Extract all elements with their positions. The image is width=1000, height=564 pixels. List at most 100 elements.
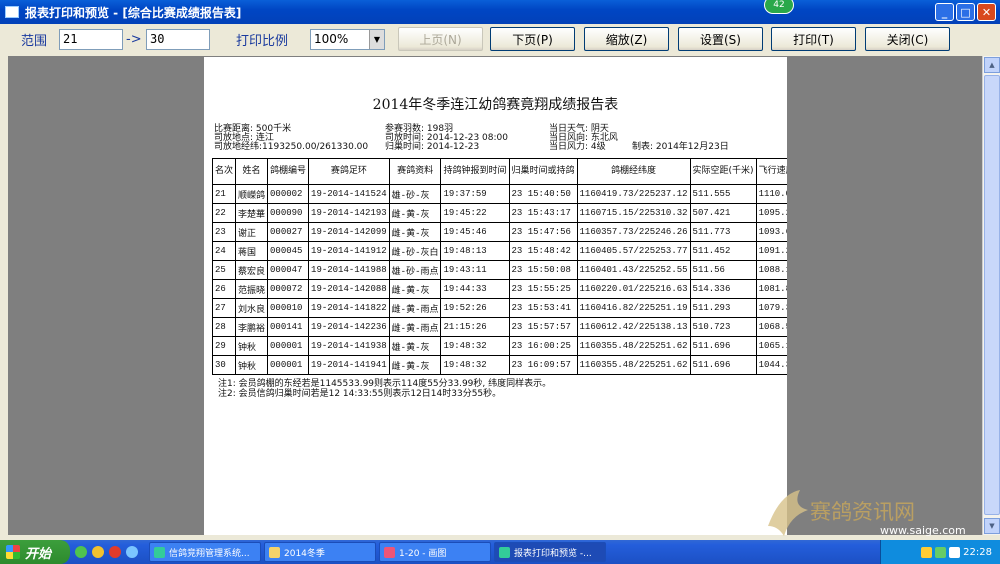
table-cell: 23 15:50:08 <box>508 260 578 280</box>
column-header: 飞行速度(米/分) <box>755 158 787 185</box>
table-cell: 19-2014-141524 <box>308 184 390 204</box>
prev-page-button[interactable]: 上页(N) <box>398 27 483 51</box>
close-button[interactable]: 关闭(C) <box>865 27 950 51</box>
clock[interactable]: 22:28 <box>963 547 992 558</box>
report-title: 2014年冬季连江幼鸽赛竟翔成绩报告表 <box>372 97 619 113</box>
title-bar: 报表打印和预览 - [综合比赛成绩报告表] 42 _ □ ✕ <box>0 0 1000 24</box>
info-release-coords: 司放地经纬:1193250.00/261330.00 <box>214 142 369 152</box>
minimize-button[interactable]: _ <box>935 3 954 21</box>
watermark-logo: 赛鸽资讯网 www.saige.com <box>760 486 966 546</box>
table-header-row: 名次 姓名 鸽棚编号 赛鸽足环 赛鸽资料 持鸽钟报到时间 归巢时间或持鸽 鸽棚经纬度 实际空距(… <box>211 158 787 185</box>
scroll-down-icon[interactable]: ▼ <box>984 518 1000 534</box>
table-cell: 511.452 <box>689 241 757 261</box>
table-cell: 23 15:53:41 <box>508 298 578 318</box>
table-cell: 1088.1176 <box>755 260 787 280</box>
task-report-preview[interactable]: 报表打印和预览 -... <box>494 542 606 562</box>
table-cell: 510.723 <box>689 317 757 337</box>
table-cell: 1068.5699 <box>755 317 787 337</box>
table-cell: 19:45:46 <box>440 222 510 242</box>
task-paint[interactable]: 1-20 - 画图 <box>379 542 491 562</box>
table-cell: 雌-黄-灰 <box>388 222 442 242</box>
table-row: 22 李楚華 000090 19-2014-142193 雌-黄-灰 19:45:22 23… <box>211 203 787 223</box>
table-cell: 19-2014-142193 <box>308 203 390 223</box>
column-header: 归巢时间或持鸽 <box>508 158 578 185</box>
table-cell: 蔡宏良 <box>235 260 269 280</box>
table-cell: 21:15:26 <box>440 317 510 337</box>
table-row: 27 刘水良 000010 19-2014-141822 雌-黄-雨点 19:52:26 2… <box>211 298 787 318</box>
tray-security-icon[interactable] <box>921 546 933 558</box>
scroll-thumb[interactable] <box>984 75 1000 515</box>
range-from-input[interactable] <box>59 28 123 50</box>
tray-volume-icon[interactable] <box>949 546 961 558</box>
column-header: 鸽棚经纬度 <box>576 158 691 185</box>
table-cell: 000141 <box>267 317 310 337</box>
table-cell: 雌-砂-灰白 <box>388 241 442 261</box>
table-cell: 顺嶸鸽 <box>235 184 269 204</box>
table-cell: 511.293 <box>689 298 757 318</box>
quicklaunch-folder-icon[interactable] <box>92 546 104 558</box>
table-row: 23 谢正 000027 19-2014-142099 雌-黄-灰 19:45:46 23 … <box>211 222 787 242</box>
maximize-button[interactable]: □ <box>956 3 975 21</box>
report-notes: 注1: 会员鸽棚的东经若是1145533.99则表示114度55分33.99秒,… <box>218 379 551 399</box>
table-cell: 1160416.82/225251.19 <box>576 298 691 318</box>
table-cell: 19-2014-141941 <box>308 355 390 375</box>
column-header: 赛鸽足环 <box>308 158 390 185</box>
tray-network-icon[interactable] <box>935 546 947 558</box>
windows-logo-icon <box>6 545 20 559</box>
close-window-button[interactable]: ✕ <box>977 3 996 21</box>
chevron-down-icon[interactable]: ▼ <box>369 29 384 49</box>
table-cell: 19-2014-141822 <box>308 298 390 318</box>
table-cell: 蒋国 <box>235 241 269 261</box>
table-cell: 000072 <box>267 279 310 299</box>
note-1: 注1: 会员鸽棚的东经若是1145533.99则表示114度55分33.99秒,… <box>218 379 552 389</box>
table-cell: 23 15:48:42 <box>508 241 578 261</box>
table-cell: 511.696 <box>689 355 757 375</box>
table-cell: 1160357.73/225246.26 <box>576 222 691 242</box>
print-scale-select[interactable]: 100% ▼ <box>310 28 385 50</box>
table-cell: 23 16:09:57 <box>508 355 578 375</box>
watermark-text: 赛鸽资讯网 <box>810 500 915 524</box>
info-made-on: 制表: 2014年12月23日 <box>632 142 729 152</box>
system-tray: 22:28 <box>880 540 1000 564</box>
table-cell: 1081.8629 <box>755 279 787 299</box>
table-cell: 雌-黄-雨点 <box>388 317 442 337</box>
table-cell: 511.56 <box>689 260 757 280</box>
table-cell: 19-2014-142236 <box>308 317 390 337</box>
start-label: 开始 <box>25 546 52 562</box>
scroll-up-icon[interactable]: ▲ <box>984 57 1000 73</box>
table-cell: 23 15:40:50 <box>508 184 578 204</box>
table-cell: 1065.108 <box>755 336 787 356</box>
table-cell: 19-2014-141938 <box>308 336 390 356</box>
table-cell: 1160405.57/225253.77 <box>576 241 691 261</box>
table-cell: 雌-黄-雨点 <box>388 298 442 318</box>
print-scale-label: 打印比例 <box>236 33 289 49</box>
table-cell: 23 15:43:17 <box>508 203 578 223</box>
start-button[interactable]: 开始 <box>0 540 70 564</box>
table-cell: 511.555 <box>689 184 757 204</box>
table-cell: 19:48:32 <box>440 355 510 375</box>
table-cell: 514.336 <box>689 279 757 299</box>
table-cell: 000010 <box>267 298 310 318</box>
table-cell: 雄-砂-雨点 <box>388 260 442 280</box>
quicklaunch-desktop-icon[interactable] <box>126 546 138 558</box>
print-button[interactable]: 打印(T) <box>771 27 856 51</box>
vertical-scrollbar[interactable]: ▲ ▼ <box>982 56 1000 535</box>
settings-button[interactable]: 设置(S) <box>678 27 763 51</box>
quicklaunch-ie-icon[interactable] <box>75 546 87 558</box>
table-cell: 1160401.43/225252.55 <box>576 260 691 280</box>
table-cell: 钟秋 <box>235 336 269 356</box>
table-row: 28 李鹏裕 000141 19-2014-142236 雌-黄-雨点 21:15:26 2… <box>211 317 787 337</box>
task-pigeon-system[interactable]: 信鸽竞翔管理系统... <box>149 542 261 562</box>
task-folder[interactable]: 2014冬季 <box>264 542 376 562</box>
table-cell: 1160715.15/225310.32 <box>576 203 691 223</box>
next-page-button[interactable]: 下页(P) <box>490 27 575 51</box>
quicklaunch-app-icon[interactable] <box>109 546 121 558</box>
range-to-input[interactable] <box>146 28 210 50</box>
table-cell: 22 <box>211 203 237 223</box>
range-arrow: -> <box>126 31 142 47</box>
zoom-button[interactable]: 缩放(Z) <box>584 27 669 51</box>
table-cell: 1095.2722 <box>755 203 787 223</box>
table-cell: 23 15:47:56 <box>508 222 578 242</box>
table-cell: 1160612.42/225138.13 <box>576 317 691 337</box>
notification-badge[interactable]: 42 <box>764 0 794 14</box>
